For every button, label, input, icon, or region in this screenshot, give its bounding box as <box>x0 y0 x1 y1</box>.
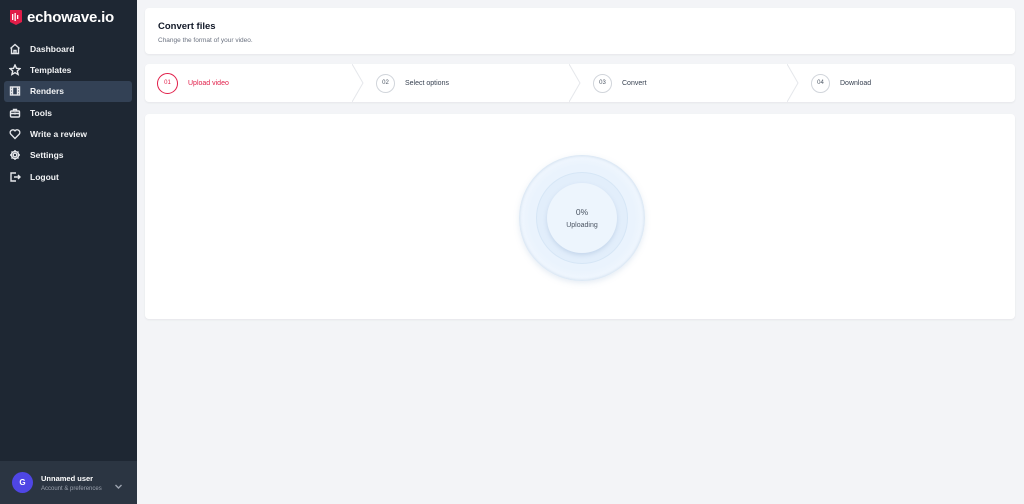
sidebar-item-label: Logout <box>30 171 59 182</box>
sidebar-item-renders[interactable]: Renders <box>4 80 132 102</box>
step-number: 04 <box>811 73 830 93</box>
step-label: Download <box>840 79 872 87</box>
brand-name: echowave.io <box>27 9 115 26</box>
sidebar-item-logout[interactable]: Logout <box>4 166 132 187</box>
progress-ring-track: 0% Uploading <box>537 173 627 263</box>
step-label: Select options <box>405 79 449 87</box>
logout-icon <box>9 171 21 183</box>
step-separator-chevron-icon <box>786 64 799 102</box>
sidebar-item-dashboard[interactable]: Dashboard <box>4 38 132 59</box>
step-number: 03 <box>593 73 612 93</box>
step-label: Upload video <box>188 79 229 87</box>
upload-progress-ring: 0% Uploading <box>519 155 645 281</box>
sidebar-item-label: Dashboard <box>30 43 75 54</box>
page-title: Convert files <box>158 21 216 32</box>
sidebar-item-label: Write a review <box>30 129 88 140</box>
step-separator-chevron-icon <box>568 64 581 102</box>
step-separator-chevron-icon <box>351 64 364 102</box>
sidebar-item-label: Tools <box>30 107 53 118</box>
home-icon <box>9 43 21 55</box>
user-menu[interactable]: G Unnamed user Account & preferences <box>0 461 137 504</box>
brand-logo[interactable]: echowave.io <box>8 9 114 26</box>
step-convert[interactable]: 03 Convert <box>593 64 647 102</box>
sidebar-item-templates[interactable]: Templates <box>4 59 132 80</box>
step-select-options[interactable]: 02 Select options <box>376 64 449 102</box>
step-label: Convert <box>622 79 647 87</box>
star-icon <box>9 63 21 76</box>
step-upload-video[interactable]: 01 Upload video <box>157 64 229 102</box>
toolbox-icon <box>9 107 21 119</box>
step-number: 02 <box>376 73 395 93</box>
step-number: 01 <box>157 72 178 94</box>
sidebar-item-label: Settings <box>30 150 64 161</box>
sidebar-item-tools[interactable]: Tools <box>4 102 132 123</box>
user-info: Unnamed user Account & preferences <box>41 474 102 492</box>
gear-icon <box>9 149 21 161</box>
avatar: G <box>12 472 33 493</box>
sidebar-nav: Dashboard Templates Renders Tools Write … <box>4 38 132 188</box>
sidebar-item-write-a-review[interactable]: Write a review <box>4 124 132 145</box>
sidebar-item-settings[interactable]: Settings <box>4 145 132 166</box>
upload-status: Uploading <box>566 222 598 229</box>
sidebar: echowave.io Dashboard Templates Renders … <box>0 0 137 504</box>
page-header: Convert files Change the format of your … <box>145 8 1015 54</box>
user-subtitle: Account & preferences <box>41 485 102 492</box>
upload-progress-percent: 0% <box>575 207 589 217</box>
user-name: Unnamed user <box>41 473 94 483</box>
chevron-down-icon <box>114 478 123 489</box>
progress-ring-center: 0% Uploading <box>547 183 617 253</box>
page-subtitle: Change the format of your video. <box>158 37 253 44</box>
steps-bar: 01 Upload video 02 Select options 03 Con… <box>145 64 1015 102</box>
heart-icon <box>9 128 21 140</box>
sidebar-item-label: Renders <box>30 86 65 97</box>
upload-panel: 0% Uploading <box>145 114 1015 319</box>
sidebar-item-label: Templates <box>30 64 72 75</box>
film-icon <box>9 85 21 97</box>
step-download[interactable]: 04 Download <box>811 64 871 102</box>
logo-icon <box>8 9 23 26</box>
